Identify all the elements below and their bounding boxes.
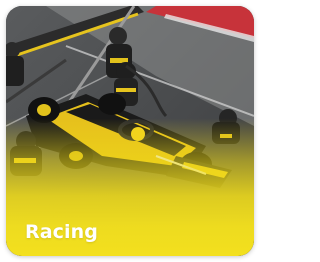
race-car-pit-stop-image (6, 6, 254, 256)
racing-category-tile[interactable]: Racing (6, 6, 254, 256)
tile-label: Racing (25, 221, 98, 243)
